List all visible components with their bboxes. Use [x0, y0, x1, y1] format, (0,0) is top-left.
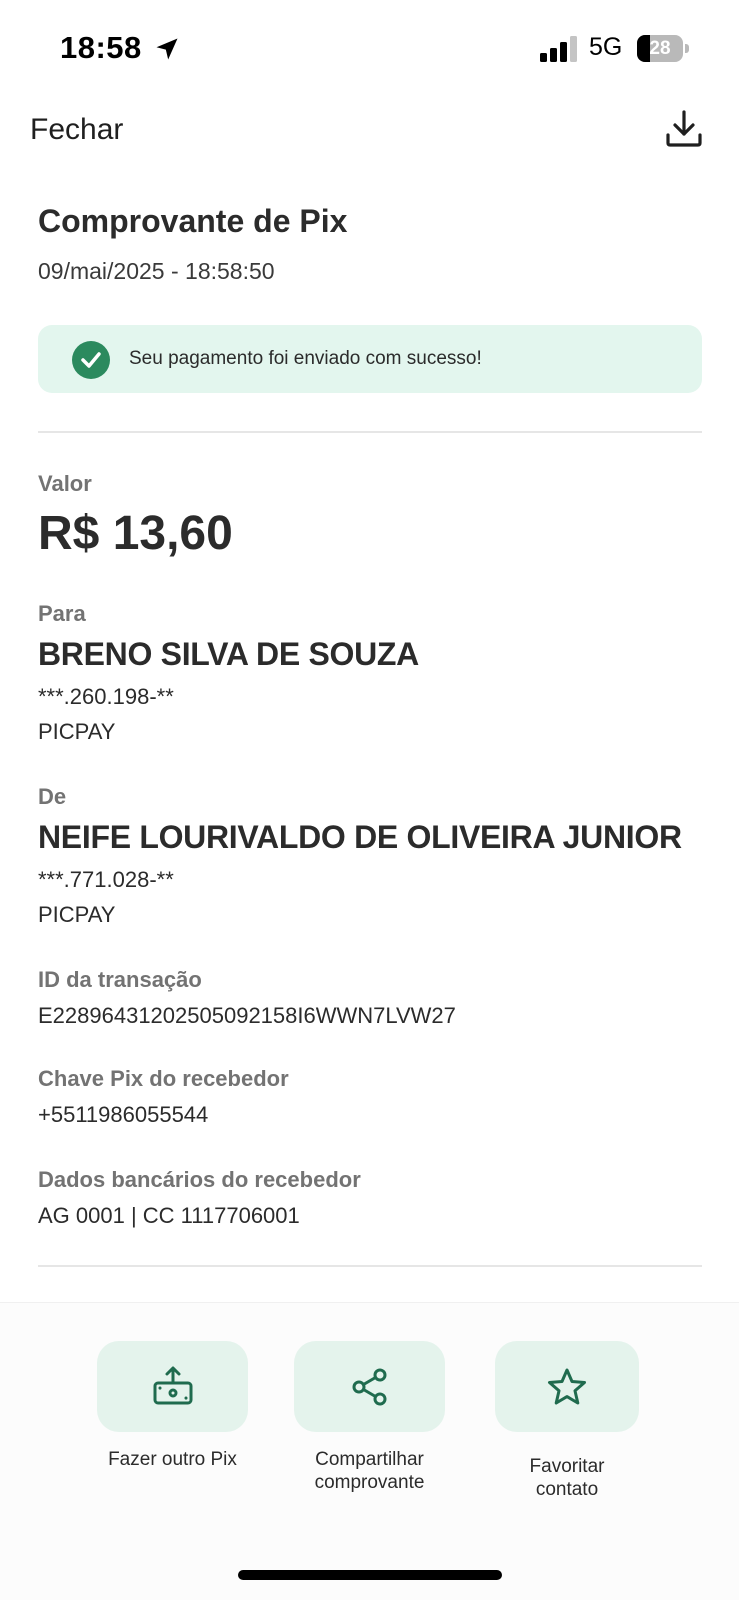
favorite-contact-label-line1: Favoritar: [529, 1456, 605, 1477]
transaction-id-label: ID da transação: [38, 967, 202, 992]
share-receipt-label: Compartilhar comprovante: [294, 1448, 445, 1494]
page-title: Comprovante de Pix: [38, 203, 348, 239]
status-time: 18:58: [60, 30, 142, 65]
share-receipt-action[interactable]: Compartilhar comprovante: [294, 1341, 445, 1494]
action-bar: Fazer outro Pix Compartilhar comprovante…: [0, 1302, 739, 1600]
bank-data-label: Dados bancários do recebedor: [38, 1167, 361, 1192]
transaction-id-value: E22896431202505092158I6WWN7LVW27: [38, 1003, 456, 1028]
sender-name: NEIFE LOURIVALDO DE OLIVEIRA JUNIOR: [38, 819, 682, 855]
amount-label: Valor: [38, 471, 92, 496]
make-another-pix-label: Fazer outro Pix: [108, 1449, 237, 1470]
share-receipt-label-line1: Compartilhar: [315, 1449, 424, 1470]
battery-icon: 28: [637, 35, 689, 62]
recipient-document: ***.260.198-**: [38, 684, 174, 709]
favorite-contact-button[interactable]: [495, 1341, 639, 1432]
divider: [38, 431, 702, 433]
success-banner: Seu pagamento foi enviado com sucesso!: [38, 325, 702, 393]
home-indicator[interactable]: [238, 1570, 502, 1580]
location-arrow-icon: [156, 38, 178, 60]
star-icon: [548, 1368, 586, 1404]
make-another-pix-button[interactable]: [97, 1341, 248, 1432]
share-receipt-label-line2: comprovante: [314, 1472, 425, 1493]
close-button[interactable]: Fechar: [30, 113, 123, 147]
divider: [38, 1265, 702, 1267]
download-icon[interactable]: [663, 108, 705, 150]
status-bar: 18:58 5G 28: [0, 0, 739, 98]
success-message: Seu pagamento foi enviado com sucesso!: [129, 348, 482, 369]
share-receipt-button[interactable]: [294, 1341, 445, 1432]
pix-key-label: Chave Pix do recebedor: [38, 1066, 289, 1091]
send-money-icon: [153, 1366, 192, 1404]
recipient-label: Para: [38, 601, 86, 626]
favorite-contact-label: Favoritar contato: [495, 1455, 639, 1501]
share-icon: [352, 1368, 386, 1405]
make-another-pix-action[interactable]: Fazer outro Pix: [97, 1341, 248, 1471]
sender-label: De: [38, 784, 67, 809]
sender-document: ***.771.028-**: [38, 867, 174, 892]
check-icon: [72, 341, 110, 379]
network-type: 5G: [589, 33, 623, 61]
favorite-contact-action[interactable]: Favoritar contato: [495, 1341, 639, 1501]
recipient-institution: PICPAY: [38, 719, 116, 744]
pix-key-value: +5511986055544: [38, 1102, 209, 1127]
cellular-signal-icon: [540, 36, 577, 62]
transaction-datetime: 09/mai/2025 - 18:58:50: [38, 258, 275, 284]
recipient-name: BRENO SILVA DE SOUZA: [38, 636, 419, 672]
favorite-contact-label-line2: contato: [535, 1479, 599, 1500]
battery-level: 28: [649, 38, 671, 59]
amount-value: R$ 13,60: [38, 507, 233, 560]
sender-institution: PICPAY: [38, 902, 116, 927]
bank-data-value: AG 0001 | CC 1117706001: [38, 1203, 300, 1228]
